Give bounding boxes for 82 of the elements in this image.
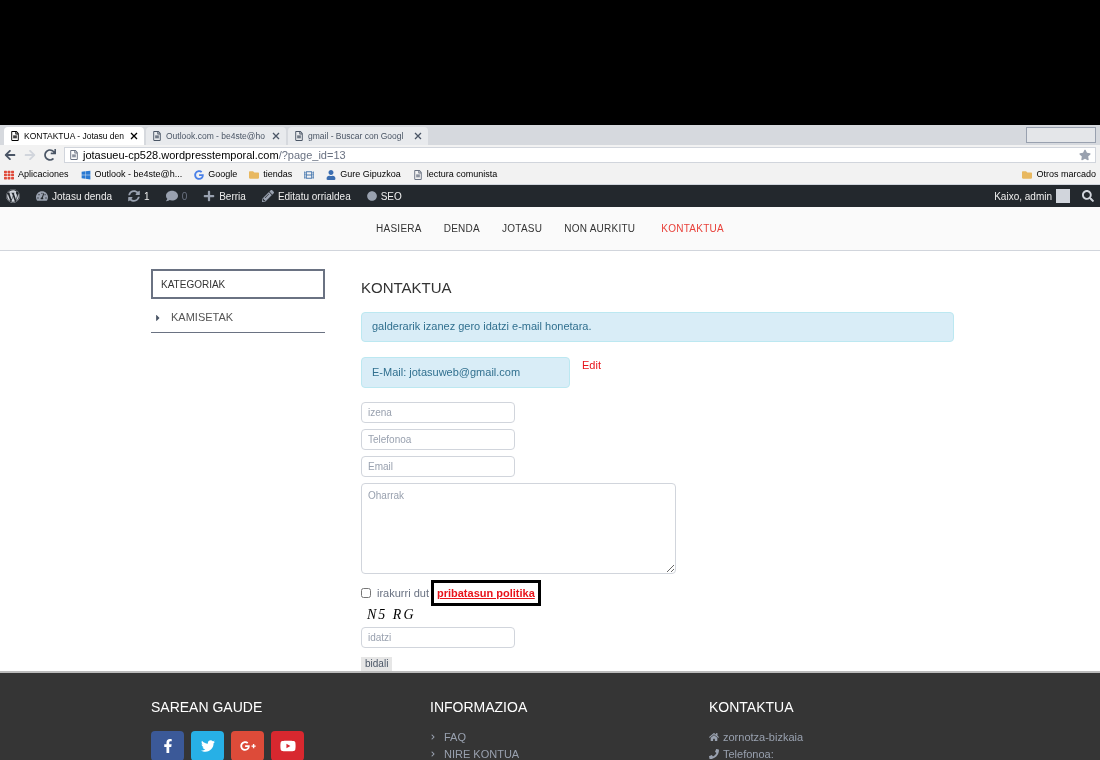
- page-icon: [152, 131, 162, 141]
- email-box: E-Mail: jotasuweb@gmail.com: [361, 356, 570, 388]
- tab-title: gmail - Buscar con Googl: [308, 130, 405, 142]
- google-plus-button[interactable]: [231, 731, 264, 760]
- captcha-text: N5 RG: [367, 606, 417, 624]
- input-field[interactable]: Telefonoa: [361, 428, 515, 450]
- bookmark-link[interactable]: Outlook - be4ste@h...: [94, 167, 183, 182]
- input-field[interactable]: izena: [361, 401, 515, 423]
- nav-link[interactable]: DENDA: [443, 221, 480, 236]
- google-icon[interactable]: [194, 169, 205, 180]
- pencil-icon[interactable]: [261, 190, 274, 202]
- page-title: KONTAKTUA: [361, 278, 453, 298]
- comment-icon[interactable]: [165, 190, 178, 202]
- message-field[interactable]: Oharrak: [361, 482, 676, 574]
- notice-box: galderarik izanez gero idatzi e-mail honetara.: [361, 311, 954, 342]
- close-icon[interactable]: [130, 132, 138, 140]
- sidebar-title: KATEGORIAK: [151, 269, 325, 299]
- youtube-button[interactable]: [271, 731, 304, 760]
- phone-text: Telefonoa:: [723, 747, 774, 760]
- submit-button[interactable]: bidali: [361, 657, 393, 671]
- greeting-link[interactable]: Kaixo, admin: [994, 188, 1052, 204]
- input-field[interactable]: Email: [361, 455, 515, 477]
- tab-title: KONTAKTUA - Jotasu den: [24, 130, 125, 142]
- bookmark-link[interactable]: lectura comunista: [426, 167, 498, 182]
- bookmark-link[interactable]: Otros marcado: [1036, 167, 1096, 182]
- bookmark-star-icon[interactable]: [1079, 149, 1091, 161]
- reload-icon[interactable]: [44, 149, 56, 161]
- footer-heading: KONTAKTUA: [709, 698, 795, 717]
- page-icon: [69, 150, 79, 160]
- address-text: zornotza-bizkaia: [723, 730, 804, 744]
- nav-link[interactable]: JOTASU: [502, 221, 543, 236]
- twitter-icon: [200, 739, 215, 753]
- footer-heading: SAREAN GAUDE: [151, 698, 264, 717]
- dashboard-icon[interactable]: [36, 190, 48, 202]
- page-icon[interactable]: [412, 169, 423, 180]
- bookmark-link[interactable]: Gure Gipuzkoa: [340, 167, 401, 182]
- browser-tab[interactable]: Outlook.com - be4ste@ho: [146, 127, 286, 145]
- url-path: /?page_id=13: [278, 147, 346, 163]
- facebook-button[interactable]: [151, 731, 184, 760]
- edit-page-link[interactable]: Editatu orrialdea: [277, 188, 351, 204]
- chevron-icon: [430, 734, 436, 740]
- page-icon: [294, 131, 304, 141]
- film-icon[interactable]: [304, 169, 315, 180]
- back-icon[interactable]: [4, 149, 16, 161]
- home-icon: [709, 732, 719, 742]
- wordpress-logo-icon[interactable]: [6, 189, 20, 203]
- tab-title: Outlook.com - be4ste@ho: [166, 130, 266, 142]
- footer-heading: INFORMAZIOA: [430, 698, 529, 717]
- google-plus-icon: [239, 738, 256, 754]
- browser-tab[interactable]: gmail - Buscar con Googl: [288, 127, 428, 145]
- seo-link[interactable]: SEO: [380, 188, 402, 204]
- category-link[interactable]: KAMISETAK: [171, 309, 234, 326]
- bookmark-link[interactable]: Aplicaciones: [18, 167, 69, 182]
- address-bar[interactable]: jotasueu-cp528.wordpresstemporal.com/?page_id=13: [64, 147, 1096, 163]
- footer-link[interactable]: NIRE KONTUA: [444, 747, 520, 760]
- search-icon[interactable]: [1082, 190, 1094, 202]
- twitter-button[interactable]: [191, 731, 224, 760]
- consent-checkbox[interactable]: [361, 587, 371, 598]
- page-icon: [10, 131, 20, 141]
- updates-count[interactable]: 1: [144, 188, 150, 204]
- new-link[interactable]: Berria: [219, 188, 246, 204]
- bookmark-link[interactable]: Google: [208, 167, 238, 182]
- close-icon[interactable]: [414, 132, 422, 140]
- apps-icon[interactable]: [4, 169, 14, 180]
- browser-tab[interactable]: KONTAKTUA - Jotasu den: [4, 127, 144, 145]
- updates-icon[interactable]: [128, 190, 141, 202]
- phone-icon: [709, 749, 719, 759]
- site-link[interactable]: Jotasu denda: [52, 188, 113, 204]
- footer-link[interactable]: FAQ: [444, 730, 466, 744]
- consent-text: irakurri dut: [377, 585, 429, 601]
- url-host: jotasueu-cp528.wordpresstemporal.com: [83, 147, 279, 163]
- edit-link[interactable]: Edit: [582, 356, 601, 388]
- youtube-icon: [279, 738, 296, 754]
- nav-link[interactable]: NON AURKITU: [564, 221, 636, 236]
- close-icon[interactable]: [272, 132, 280, 140]
- nav-link[interactable]: KONTAKTUA: [661, 221, 724, 236]
- nav-link[interactable]: HASIERA: [376, 221, 422, 236]
- plus-icon[interactable]: [203, 190, 216, 202]
- captcha-field[interactable]: idatzi: [361, 627, 515, 648]
- bookmark-link[interactable]: tiendas: [263, 167, 293, 182]
- chevron-icon: [430, 751, 436, 757]
- privacy-link[interactable]: pribatasun politika: [430, 579, 541, 606]
